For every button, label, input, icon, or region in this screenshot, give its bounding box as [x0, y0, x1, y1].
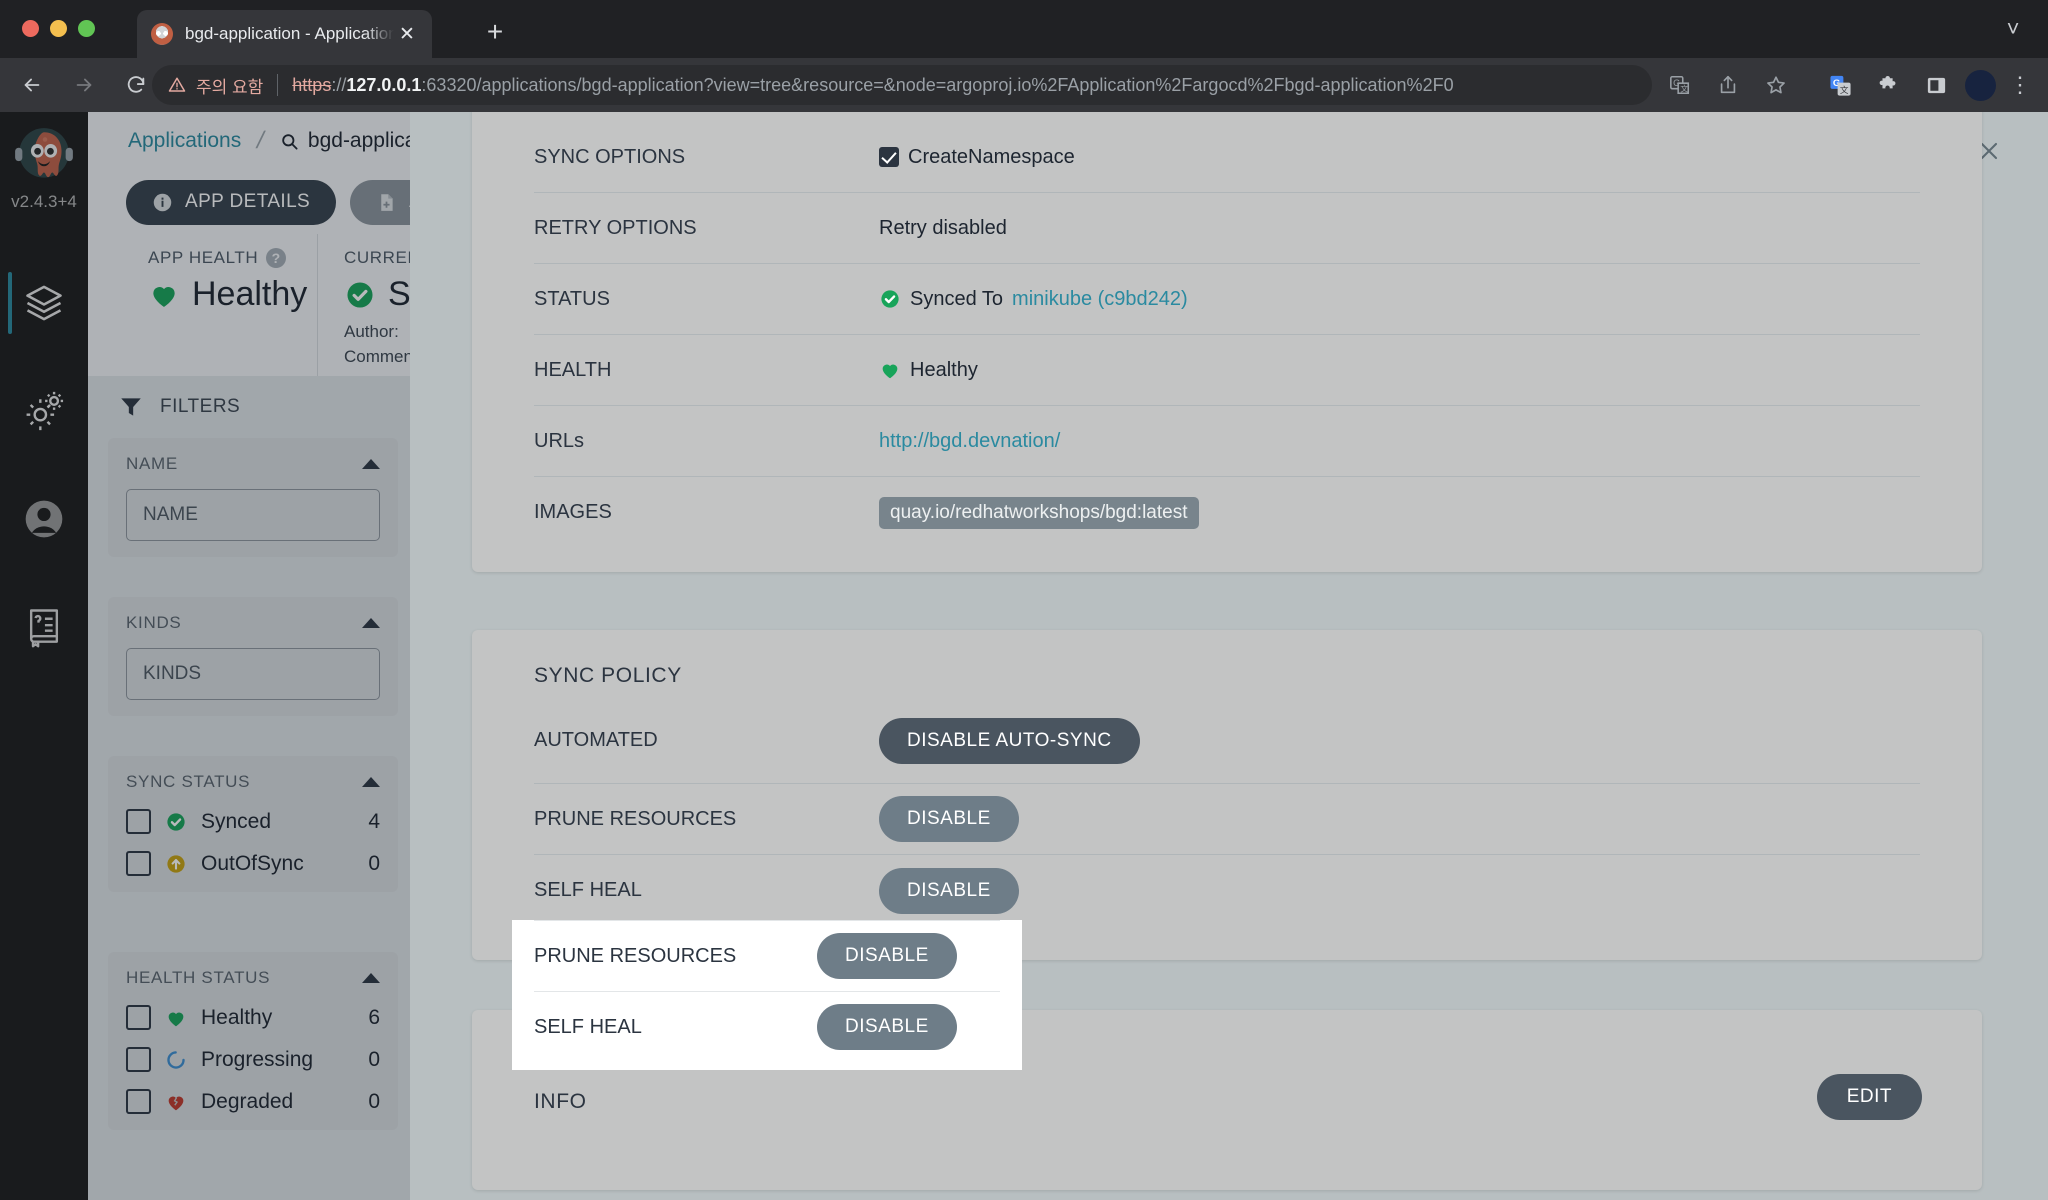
disable-prune-button-highlight[interactable]: DISABLE [817, 933, 957, 979]
disable-self-heal-button[interactable]: DISABLE [879, 868, 1019, 914]
table-row: STATUS Synced To minikube (c9bd242) [534, 264, 1920, 335]
browser-chrome: bgd-application - Application D ✕ + ˅ [0, 0, 2048, 112]
highlight-row-self-heal: SELF HEAL DISABLE [534, 991, 1000, 1062]
google-translate-extension-icon[interactable]: G 文 [1821, 66, 1859, 104]
argocd-app: Applications / bgd-application APP [0, 112, 2048, 1200]
disable-prune-button[interactable]: DISABLE [879, 796, 1019, 842]
translate-icon[interactable]: G 文 [1660, 65, 1700, 105]
table-row: URLs http://bgd.devnation/ [534, 406, 1920, 477]
table-row: AUTOMATED DISABLE AUTO-SYNC [534, 698, 1920, 784]
omnibox-divider [277, 74, 278, 96]
highlight-spotlight-overlay: PRUNE RESOURCES DISABLE SELF HEAL DISABL… [512, 920, 1022, 1070]
table-row: HEALTH Healthy [534, 335, 1920, 406]
table-row: SELF HEAL DISABLE [534, 855, 1920, 926]
check-circle-icon [879, 288, 901, 310]
app-summary-card: SYNC OPTIONS CreateNamespace RETRY OPTIO… [472, 112, 1982, 572]
sync-options-key: SYNC OPTIONS [534, 146, 879, 169]
app-url-link[interactable]: http://bgd.devnation/ [879, 430, 1060, 453]
urls-key: URLs [534, 430, 879, 453]
health-key: HEALTH [534, 359, 879, 382]
url-scheme: https [292, 75, 331, 95]
omnibox-warning-label: 주의 요함 [196, 73, 263, 98]
browser-toolbar-icons: G 文 ⋮ [1821, 65, 2034, 105]
url-separator: :// [331, 75, 346, 95]
table-row: PRUNE RESOURCES DISABLE [534, 784, 1920, 855]
checkbox-createnamespace[interactable] [879, 147, 899, 167]
maximize-window-button[interactable] [78, 20, 95, 37]
sync-policy-card: SYNC POLICY AUTOMATED DISABLE AUTO-SYNC … [472, 630, 1982, 960]
highlight-row-prune: PRUNE RESOURCES DISABLE [534, 920, 1000, 991]
retry-options-key: RETRY OPTIONS [534, 217, 879, 240]
screenshot-root: bgd-application - Application D ✕ + ˅ [0, 0, 2048, 1200]
automated-key: AUTOMATED [534, 729, 879, 752]
status-value: Synced To minikube (c9bd242) [879, 288, 1920, 311]
browser-tab-title: bgd-application - Application D [185, 24, 394, 44]
retry-options-value: Retry disabled [879, 217, 1920, 240]
url-host: 127.0.0.1 [346, 75, 421, 95]
url-path: :63320/applications/bgd-application?view… [421, 75, 1453, 95]
sync-options-value-label: CreateNamespace [908, 146, 1075, 169]
arrow-right-icon[interactable] [64, 65, 104, 105]
table-row: RETRY OPTIONS Retry disabled [534, 193, 1920, 264]
status-key: STATUS [534, 288, 879, 311]
images-key: IMAGES [534, 501, 879, 524]
side-panel-icon[interactable] [1917, 66, 1955, 104]
reload-icon[interactable] [116, 65, 156, 105]
chevron-down-icon[interactable]: ˅ [1996, 12, 2030, 46]
star-icon[interactable] [1756, 65, 1796, 105]
status-cluster-link[interactable]: minikube (c9bd242) [1012, 288, 1188, 311]
edit-info-button[interactable]: EDIT [1817, 1074, 1922, 1120]
close-icon[interactable]: ✕ [394, 21, 420, 47]
minimize-window-button[interactable] [50, 20, 67, 37]
omnibox[interactable]: 주의 요함 https://127.0.0.1:63320/applicatio… [152, 65, 1652, 105]
disable-auto-sync-button[interactable]: DISABLE AUTO-SYNC [879, 718, 1140, 764]
table-row: IMAGES quay.io/redhatworkshops/bgd:lates… [534, 477, 1920, 548]
share-icon[interactable] [1708, 65, 1748, 105]
tab-strip: bgd-application - Application D ✕ + ˅ [0, 0, 2048, 58]
prune-resources-key-highlight: PRUNE RESOURCES [534, 945, 817, 968]
health-value-label: Healthy [910, 359, 978, 382]
kebab-menu-icon[interactable]: ⋮ [2006, 74, 2034, 96]
window-traffic-lights[interactable] [22, 20, 95, 37]
browser-url-bar-row: 주의 요함 https://127.0.0.1:63320/applicatio… [0, 58, 2048, 112]
profile-avatar-icon[interactable] [1965, 70, 1996, 101]
browser-tab[interactable]: bgd-application - Application D ✕ [137, 10, 432, 58]
plus-icon[interactable]: + [478, 17, 512, 51]
table-row: SYNC OPTIONS CreateNamespace [534, 122, 1920, 193]
self-heal-key-highlight: SELF HEAL [534, 1016, 817, 1039]
disable-self-heal-button-highlight[interactable]: DISABLE [817, 1004, 957, 1050]
prune-resources-key: PRUNE RESOURCES [534, 808, 879, 831]
arrow-left-icon[interactable] [12, 65, 52, 105]
image-chip: quay.io/redhatworkshops/bgd:latest [879, 497, 1199, 529]
info-title: INFO [534, 1090, 587, 1114]
svg-text:文: 文 [1680, 83, 1688, 93]
health-value: Healthy [879, 359, 1920, 382]
warning-triangle-icon [168, 76, 186, 94]
status-value-label: Synced To [910, 288, 1003, 311]
heart-icon [879, 359, 901, 381]
sync-policy-title: SYNC POLICY [472, 630, 1982, 698]
omnibox-url: https://127.0.0.1:63320/applications/bgd… [292, 75, 1453, 96]
svg-text:文: 文 [1839, 83, 1848, 94]
sync-options-value: CreateNamespace [879, 146, 1920, 169]
self-heal-key: SELF HEAL [534, 879, 879, 902]
close-window-button[interactable] [22, 20, 39, 37]
argo-octopus-favicon [151, 23, 173, 45]
puzzle-piece-icon[interactable] [1869, 66, 1907, 104]
